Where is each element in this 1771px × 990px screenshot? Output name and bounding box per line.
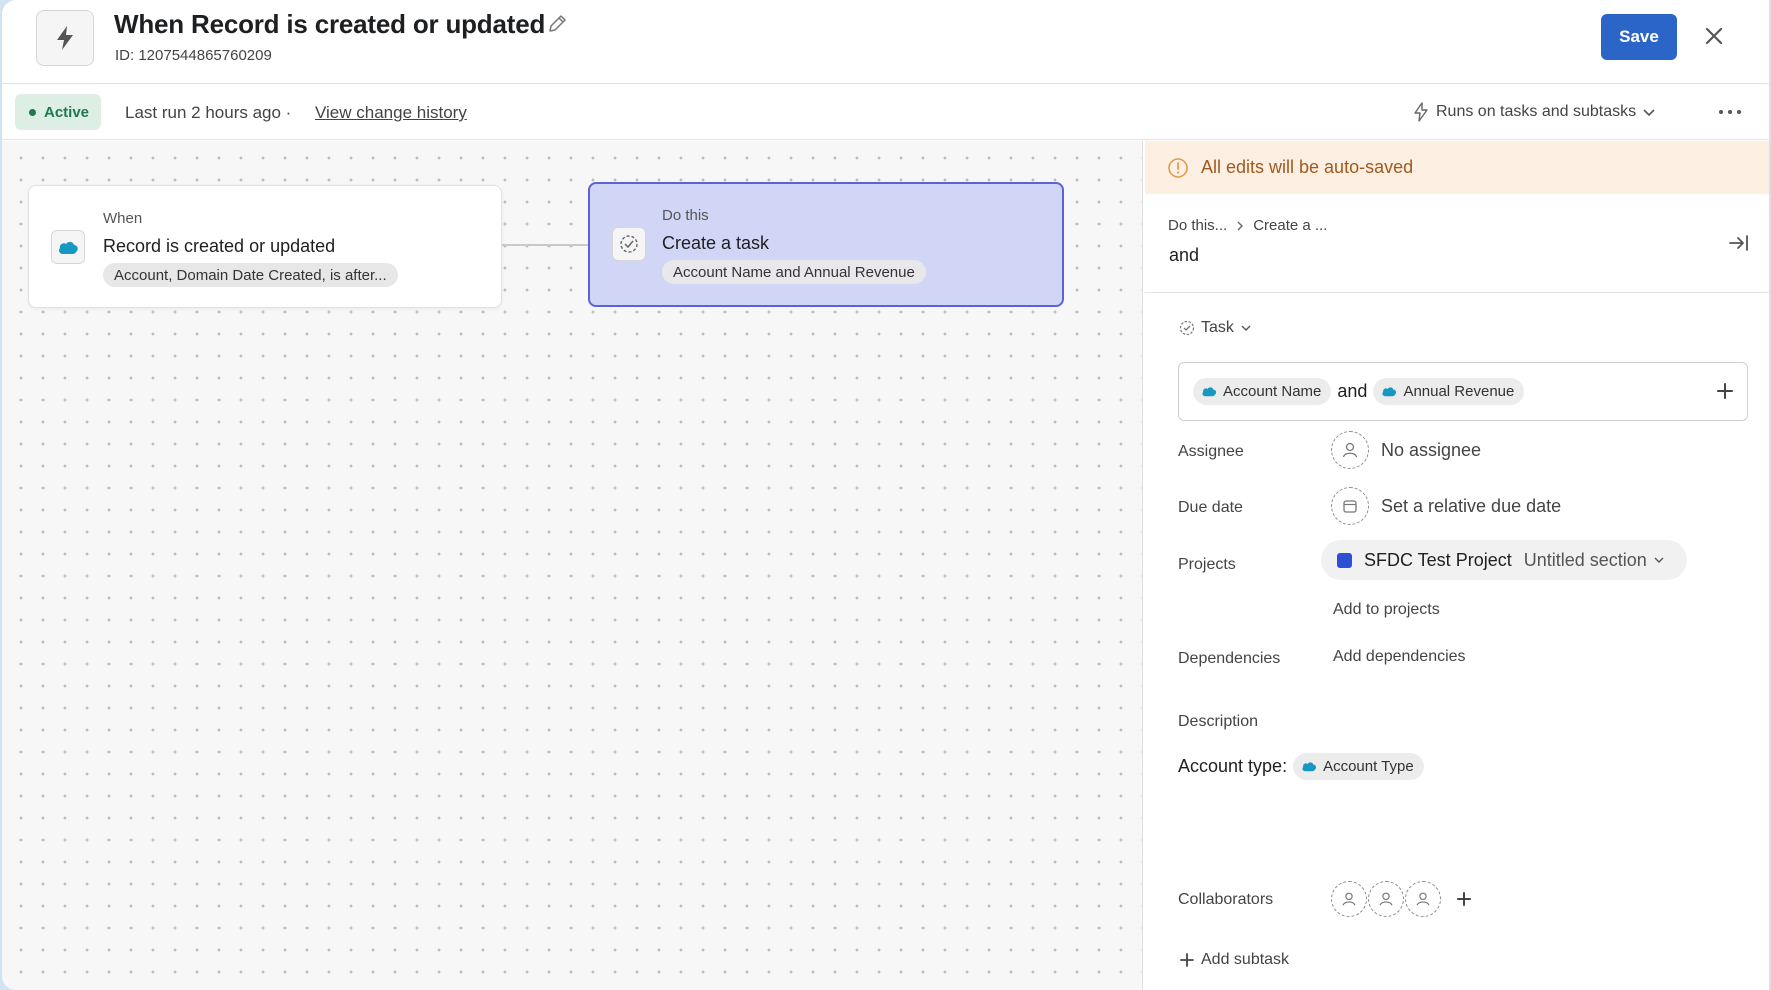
runs-on-label: Runs on tasks and subtasks xyxy=(1436,103,1637,120)
status-bar: Active Last run 2 hours ago · View chang… xyxy=(2,84,1769,140)
header: When Record is created or updated ID: 12… xyxy=(2,0,1769,84)
divider xyxy=(1145,292,1769,293)
active-dot-icon xyxy=(29,108,36,116)
workflow-canvas[interactable]: When Record is created or updated Accoun… xyxy=(2,141,1143,990)
plus-icon[interactable] xyxy=(1452,887,1476,911)
rule-id: ID: 1207544865760209 xyxy=(115,47,272,64)
assignee-picker[interactable]: No assignee xyxy=(1331,431,1481,469)
lightning-bolt-icon xyxy=(36,10,94,66)
add-subtask-label: Add subtask xyxy=(1201,951,1290,968)
collaborators-picker[interactable] xyxy=(1331,881,1476,917)
section-dropdown[interactable]: Untitled section xyxy=(1524,550,1665,571)
task-type-label: Task xyxy=(1201,319,1234,336)
trigger-summary: Account, Domain Date Created, is after..… xyxy=(103,263,398,287)
variable-chip[interactable]: Annual Revenue xyxy=(1373,378,1525,405)
lightning-outline-icon xyxy=(1414,102,1428,122)
due-date-value: Set a relative due date xyxy=(1381,495,1562,516)
action-kicker: Do this xyxy=(662,207,709,224)
description-editor[interactable]: Account type: Account Type xyxy=(1178,753,1424,780)
collaborators-label: Collaborators xyxy=(1178,891,1274,908)
user-icon xyxy=(1331,431,1369,469)
project-pill[interactable]: SFDC Test Project Untitled section xyxy=(1321,540,1687,580)
breadcrumb-item[interactable]: Create a ... xyxy=(1253,217,1327,234)
due-date-label: Due date xyxy=(1178,499,1243,516)
trigger-kicker: When xyxy=(103,210,143,227)
variable-chip[interactable]: Account Type xyxy=(1293,753,1424,780)
calendar-icon xyxy=(1331,487,1369,525)
task-name-field[interactable]: Account Name and Annual Revenue xyxy=(1178,362,1748,421)
panel-heading: and xyxy=(1169,245,1200,265)
trigger-node[interactable]: When Record is created or updated Accoun… xyxy=(28,185,502,308)
check-circle-icon xyxy=(1179,320,1195,336)
assignee-value: No assignee xyxy=(1381,439,1482,460)
autosave-text: All edits will be auto-saved xyxy=(1201,157,1414,177)
project-name: SFDC Test Project xyxy=(1364,549,1512,570)
breadcrumb-item[interactable]: Do this... xyxy=(1168,217,1227,234)
add-to-projects-link[interactable]: Add to projects xyxy=(1333,601,1440,619)
chevron-down-icon xyxy=(1643,109,1655,117)
salesforce-cloud-icon xyxy=(1302,762,1317,772)
assignee-label: Assignee xyxy=(1178,443,1244,460)
close-icon[interactable] xyxy=(1702,24,1726,48)
user-icon xyxy=(1368,881,1404,917)
task-type-dropdown[interactable]: Task xyxy=(1179,319,1252,337)
ellipsis-icon[interactable] xyxy=(1716,104,1744,120)
page-title: When Record is created or updated xyxy=(114,9,546,39)
variable-chip[interactable]: Account Name xyxy=(1193,378,1332,405)
user-icon xyxy=(1331,881,1367,917)
status-badge: Active xyxy=(15,94,102,130)
chevron-down-icon xyxy=(1241,325,1251,331)
node-connector xyxy=(502,244,588,246)
runs-on-dropdown[interactable]: Runs on tasks and subtasks xyxy=(1412,102,1656,122)
save-button[interactable]: Save xyxy=(1601,14,1677,60)
user-icon xyxy=(1405,881,1441,917)
projects-label: Projects xyxy=(1178,556,1236,573)
salesforce-cloud-icon xyxy=(51,230,85,264)
trigger-title: Record is created or updated xyxy=(103,236,336,256)
breadcrumb: Do this... Create a ... xyxy=(1168,217,1327,234)
plus-icon xyxy=(1180,953,1194,967)
project-color-icon xyxy=(1337,552,1352,568)
chip-label: Annual Revenue xyxy=(1403,383,1515,400)
pencil-icon[interactable] xyxy=(546,13,568,35)
salesforce-cloud-icon xyxy=(1202,387,1217,397)
chip-label: Account Name xyxy=(1223,383,1322,400)
action-summary: Account Name and Annual Revenue xyxy=(662,260,926,284)
add-dependencies-link[interactable]: Add dependencies xyxy=(1333,648,1466,666)
action-title: Create a task xyxy=(662,233,770,253)
rule-editor-window: When Record is created or updated ID: 12… xyxy=(2,0,1769,990)
status-label: Active xyxy=(44,103,90,121)
description-label: Description xyxy=(1178,713,1259,730)
dependencies-label: Dependencies xyxy=(1178,650,1281,667)
collapse-right-icon[interactable] xyxy=(1727,231,1751,255)
chevron-down-icon xyxy=(1654,557,1664,563)
description-prefix: Account type: xyxy=(1178,756,1288,776)
action-details-panel: All edits will be auto-saved Do this... … xyxy=(1145,141,1769,990)
last-run-text: Last run 2 hours ago · xyxy=(125,103,292,122)
section-label: Untitled section xyxy=(1523,549,1647,570)
plus-icon[interactable] xyxy=(1713,379,1737,403)
info-circle-icon xyxy=(1168,157,1188,178)
chevron-right-icon xyxy=(1237,221,1244,230)
chip-label: Account Type xyxy=(1323,758,1414,775)
autosave-banner: All edits will be auto-saved xyxy=(1145,141,1769,194)
salesforce-cloud-icon xyxy=(1382,387,1397,397)
name-joiner: and xyxy=(1337,381,1368,401)
check-circle-icon xyxy=(612,227,646,261)
action-node[interactable]: Do this Create a task Account Name and A… xyxy=(588,182,1064,307)
due-date-picker[interactable]: Set a relative due date xyxy=(1331,487,1561,525)
view-change-history-link[interactable]: View change history xyxy=(315,103,467,123)
add-subtask-button[interactable]: Add subtask xyxy=(1179,951,1289,969)
